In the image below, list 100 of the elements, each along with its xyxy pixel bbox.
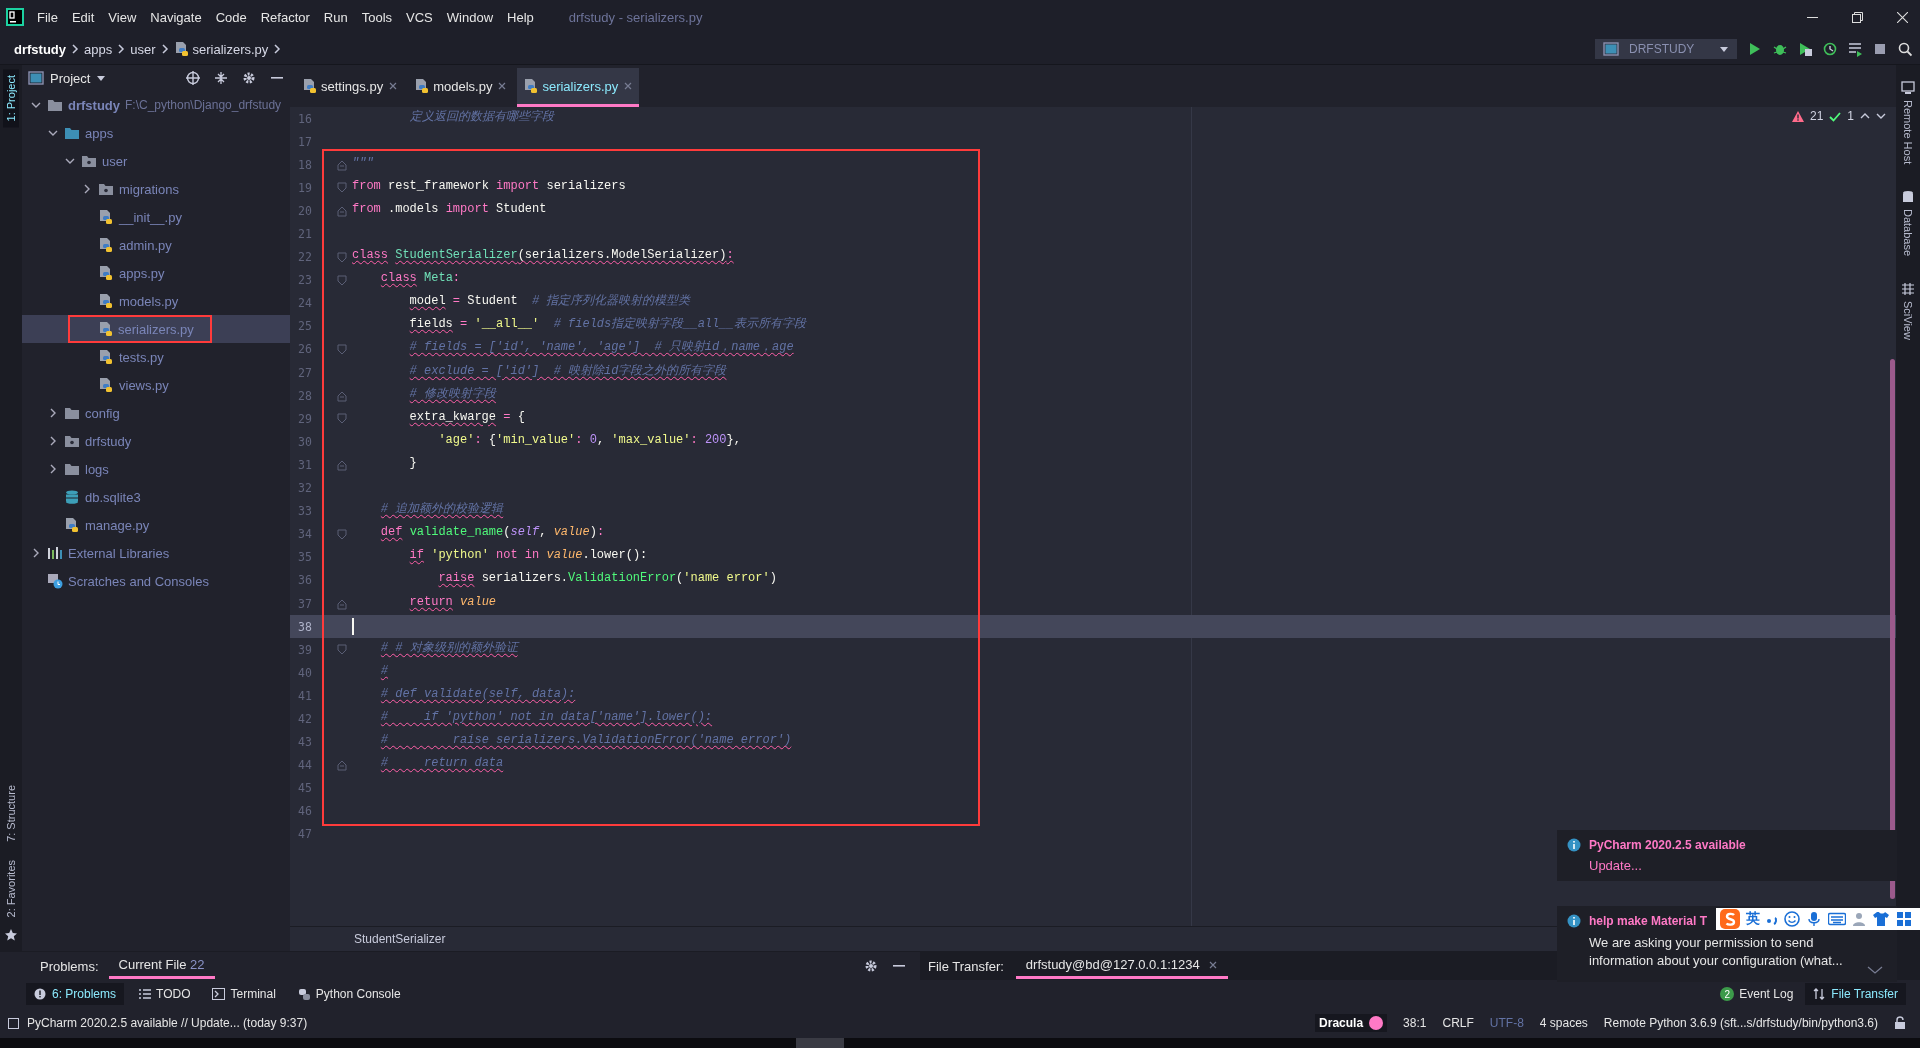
settings-icon[interactable] [864, 959, 878, 973]
search-icon[interactable] [1898, 41, 1912, 57]
fold-marker-icon[interactable] [337, 458, 347, 471]
warning-count[interactable]: 21 [1809, 109, 1824, 123]
tool-window-tab[interactable]: Terminal [204, 983, 284, 1005]
tool-window-tab[interactable]: Remote Host [1899, 75, 1917, 171]
fold-marker-icon[interactable] [337, 158, 347, 171]
lock-icon[interactable] [1894, 1016, 1906, 1030]
coverage-icon[interactable] [1798, 41, 1812, 57]
stop-icon[interactable] [1873, 41, 1887, 57]
panel-title[interactable]: Project [50, 70, 91, 86]
scrollbar[interactable] [1890, 359, 1895, 899]
run-icon[interactable] [1748, 41, 1762, 57]
build-icon[interactable] [1848, 41, 1862, 57]
status-message[interactable]: PyCharm 2020.2.5 available // Update... (today 9:37) [27, 1016, 308, 1030]
tree-item[interactable]: External Libraries [22, 539, 290, 567]
tool-window-tab[interactable]: 1: Project [3, 69, 19, 128]
tool-window-tab[interactable]: 7: Structure [3, 778, 19, 848]
fold-marker-icon[interactable] [337, 389, 347, 402]
grid-icon[interactable] [1896, 911, 1912, 927]
fold-marker-icon[interactable] [337, 528, 347, 540]
menu-item[interactable]: Navigate [143, 9, 209, 25]
profile-icon[interactable] [1823, 41, 1837, 57]
status-item[interactable]: 4 spaces [1539, 1016, 1588, 1030]
tree-item[interactable]: views.py [22, 371, 290, 399]
crosshair-icon[interactable] [186, 71, 200, 85]
theme-badge[interactable]: Dracula [1315, 1014, 1388, 1032]
smiley-icon[interactable] [1784, 911, 1800, 927]
breadcrumb-item[interactable]: serializers.py [192, 41, 269, 57]
menu-item[interactable]: Run [316, 9, 355, 25]
tool-window-tab[interactable]: Database [1899, 184, 1917, 263]
fold-marker-icon[interactable] [337, 597, 347, 610]
menu-item[interactable]: Refactor [253, 9, 317, 25]
breadcrumb-item[interactable]: user [130, 41, 156, 57]
tree-item[interactable]: tests.py [22, 343, 290, 371]
status-item[interactable]: CRLF [1442, 1016, 1474, 1030]
breadcrumb-item[interactable]: StudentSerializer [354, 932, 446, 946]
fold-marker-icon[interactable] [337, 204, 347, 217]
tool-window-tab[interactable]: File Transfer [1805, 983, 1906, 1005]
tool-window-tab[interactable]: 2: Favorites [3, 853, 19, 923]
fold-marker-icon[interactable] [337, 413, 347, 425]
fold-marker-icon[interactable] [337, 344, 347, 355]
tree-item[interactable]: apps [22, 119, 290, 147]
update-link[interactable]: Update... [1589, 858, 1642, 873]
menu-item[interactable]: Window [439, 9, 501, 25]
tree-item[interactable]: manage.py [22, 511, 290, 539]
tree-item[interactable]: apps.py [22, 259, 290, 287]
fold-marker-icon[interactable] [337, 182, 347, 194]
close-icon[interactable] [1897, 11, 1908, 23]
message-icon[interactable] [8, 1017, 19, 1029]
editor-tab[interactable]: serializers.py [517, 68, 640, 107]
tree-item[interactable]: admin.py [22, 231, 290, 259]
menu-item[interactable]: VCS [399, 9, 440, 25]
status-item[interactable]: Remote Python 3.6.9 (sft...s/drfstudy/bin/python3.6) [1603, 1016, 1878, 1030]
tool-window-tab[interactable]: TODO [130, 983, 199, 1005]
tree-item[interactable]: models.py [22, 287, 290, 315]
editor-tab[interactable]: settings.py [296, 68, 405, 107]
input-method-logo-icon[interactable] [1720, 909, 1740, 929]
fold-marker-icon[interactable] [337, 644, 347, 656]
tree-item[interactable]: db.sqlite3 [22, 483, 290, 511]
previous-icon[interactable] [1860, 111, 1870, 121]
input-mode-toggle[interactable]: 英 [1746, 910, 1760, 928]
keyboard-icon[interactable] [1828, 911, 1846, 927]
microphone-icon[interactable] [1806, 911, 1822, 927]
tool-window-tab[interactable]: 6: Problems [26, 983, 125, 1005]
menu-item[interactable]: Edit [64, 9, 102, 25]
next-icon[interactable] [1876, 111, 1886, 121]
tool-window-tab[interactable]: Python Console [289, 983, 409, 1005]
warning-icon[interactable] [1791, 110, 1804, 122]
star-icon[interactable] [5, 929, 17, 941]
fold-marker-icon[interactable] [337, 274, 347, 286]
tree-item[interactable]: config [22, 399, 290, 427]
restore-icon[interactable] [1852, 11, 1863, 23]
shirt-icon[interactable] [1872, 911, 1890, 927]
editor-tab[interactable]: models.py [408, 68, 514, 107]
fold-marker-icon[interactable] [337, 759, 347, 772]
ok-count[interactable]: 1 [1847, 109, 1854, 123]
check-icon[interactable] [1829, 110, 1842, 122]
tool-window-tab[interactable]: SciView [1899, 276, 1917, 347]
settings-icon[interactable] [242, 71, 256, 85]
breadcrumb-item[interactable]: apps [84, 41, 113, 57]
chevron-down-icon[interactable] [1867, 966, 1883, 974]
menu-item[interactable]: Code [208, 9, 254, 25]
menu-item[interactable]: Help [500, 9, 541, 25]
fold-marker-icon[interactable] [337, 251, 347, 263]
status-item[interactable]: 38:1 [1403, 1016, 1427, 1030]
tree-item[interactable]: drfstudy [22, 427, 290, 455]
menu-item[interactable]: Tools [354, 9, 400, 25]
tree-item[interactable]: Scratches and Consoles [22, 567, 290, 595]
tree-item[interactable]: migrations [22, 175, 290, 203]
run-configuration-dropdown[interactable]: DRFSTUDY [1595, 39, 1737, 59]
tree-item[interactable]: __init__.py [22, 203, 290, 231]
tree-item[interactable]: user [22, 147, 290, 175]
tool-window-tab[interactable]: 2 Event Log [1712, 983, 1802, 1005]
caret-icon[interactable] [96, 74, 107, 82]
menu-item[interactable]: View [101, 9, 144, 25]
breadcrumb-item[interactable]: drfstudy [14, 41, 66, 57]
menu-item[interactable]: File [30, 9, 65, 25]
tree-item[interactable]: logs [22, 455, 290, 483]
tree-item[interactable]: drfstudy F:\C_python\Django_drfstudy [22, 91, 290, 119]
